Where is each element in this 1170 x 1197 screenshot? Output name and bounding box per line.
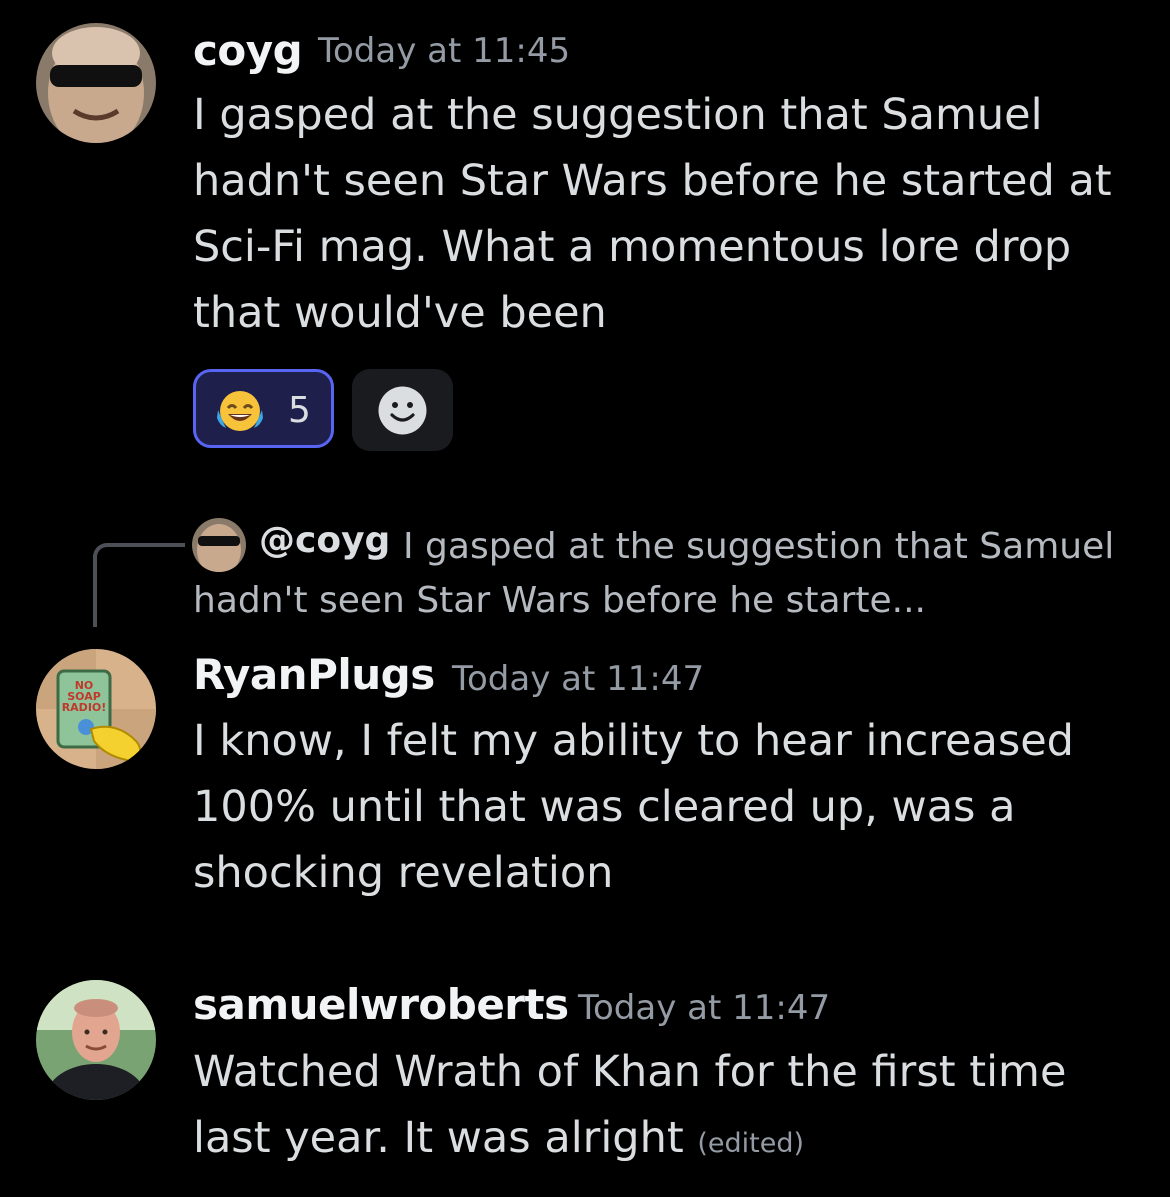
joy-emoji-icon xyxy=(217,391,263,431)
message-timestamp: Today at 11:47 xyxy=(452,659,705,699)
smiley-icon xyxy=(378,386,427,435)
username[interactable]: samuelwroberts xyxy=(193,980,569,1029)
avatar-samuelwroberts[interactable] xyxy=(36,980,156,1100)
message-text: Watched Wrath of Khan for the first time… xyxy=(193,1039,1153,1177)
reply-mention[interactable]: @coyg xyxy=(259,520,390,561)
reaction-joy[interactable]: 5 xyxy=(193,369,334,448)
reaction-count: 5 xyxy=(288,390,311,431)
avatar-ryanplugs[interactable]: NO SOAP RADIO! xyxy=(36,649,156,769)
message-timestamp: Today at 11:47 xyxy=(578,988,831,1028)
message-text: I gasped at the suggestion that Samuel h… xyxy=(193,90,1112,338)
username[interactable]: RyanPlugs xyxy=(193,650,435,699)
add-reaction-button[interactable] xyxy=(352,369,453,451)
username[interactable]: coyg xyxy=(193,26,303,75)
message-timestamp: Today at 11:45 xyxy=(318,31,571,71)
svg-text:RADIO!: RADIO! xyxy=(62,701,107,714)
edited-label: (edited) xyxy=(697,1128,805,1159)
message-body: Watched Wrath of Khan for the first time… xyxy=(193,1047,1067,1163)
avatar-coyg[interactable] xyxy=(36,23,156,143)
message-text: I know, I felt my ability to hear increa… xyxy=(193,716,1074,898)
reply-connector xyxy=(93,543,185,627)
